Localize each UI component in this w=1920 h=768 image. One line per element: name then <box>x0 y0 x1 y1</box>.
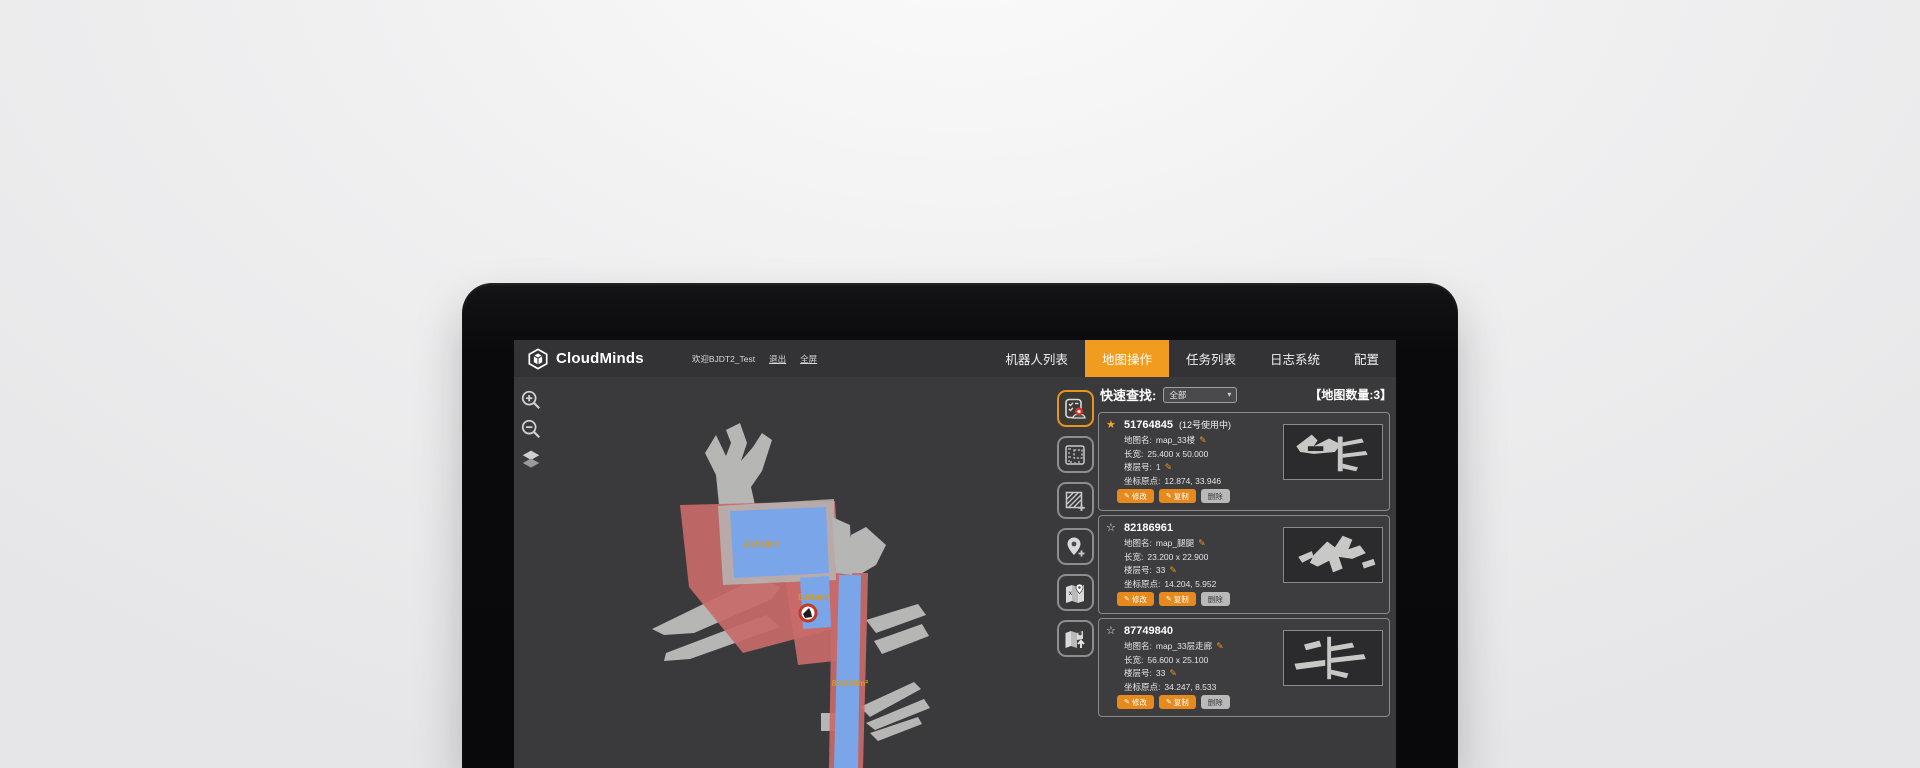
favorite-star-icon[interactable]: ☆ <box>1106 624 1118 637</box>
field-label: 地图名: <box>1124 537 1152 549</box>
layers-icon[interactable] <box>520 447 542 469</box>
map-dimensions-value: 25.400 x 50.000 <box>1147 449 1208 459</box>
origin-value: 12.874, 33.946 <box>1164 476 1221 486</box>
robot-position-marker <box>800 605 816 621</box>
map-filter-select[interactable]: 全部 ▾ <box>1163 387 1237 403</box>
fullscreen-link[interactable]: 全屏 <box>800 353 817 365</box>
map-in-use-badge: (12号使用中) <box>1179 418 1231 431</box>
map-dimensions-value: 23.200 x 22.900 <box>1147 552 1208 562</box>
map-thumbnail[interactable] <box>1283 630 1383 686</box>
field-label: 地图名: <box>1124 434 1152 446</box>
origin-value: 14.204, 5.952 <box>1164 579 1216 589</box>
floor-map: 40.519m² 8.614m² 80.215m² <box>514 377 1054 768</box>
copy-map-button[interactable]: ✎复制 <box>1159 592 1196 606</box>
map-id: 87749840 <box>1124 625 1173 637</box>
floor-number-value: 1 <box>1156 462 1161 472</box>
add-point-tool[interactable] <box>1057 528 1094 565</box>
laptop-bezel: CloudMinds 欢迎BJDT2_Test 退出 全屏 机器人列表 地图操作… <box>462 283 1458 768</box>
map-list-panel: 快速查找: 全部 ▾ 【地图数量:3】 ★ 51764845 (12号使用中) … <box>1096 377 1394 768</box>
map-name-value: map_33楼 <box>1156 434 1195 446</box>
map-id: 82186961 <box>1124 522 1173 534</box>
field-label: 楼层号: <box>1124 461 1152 473</box>
favorite-star-icon[interactable]: ☆ <box>1106 521 1118 534</box>
field-label: 坐标原点: <box>1124 578 1160 590</box>
field-label: 楼层号: <box>1124 667 1152 679</box>
edit-map-button[interactable]: ✎修改 <box>1117 695 1154 709</box>
map-thumbnail[interactable] <box>1283 424 1383 480</box>
delete-map-button[interactable]: 删除 <box>1201 695 1230 709</box>
field-label: 长宽: <box>1124 654 1143 666</box>
map-card: ☆ 87749840 地图名: map_33层走廊 ✎ 长宽: 56.600 x 25… <box>1098 618 1390 717</box>
tab-log-system[interactable]: 日志系统 <box>1253 340 1337 377</box>
tab-robot-list[interactable]: 机器人列表 <box>988 340 1085 377</box>
area-label-big-room: 40.519m² <box>744 539 781 549</box>
filter-selected-value: 全部 <box>1169 389 1227 401</box>
zoom-out-icon[interactable] <box>520 418 542 440</box>
origin-value: 34.247, 8.533 <box>1164 682 1216 692</box>
chevron-down-icon: ▾ <box>1227 390 1231 399</box>
cloudminds-logo-icon <box>527 348 549 370</box>
delete-map-button[interactable]: 删除 <box>1201 592 1230 606</box>
upload-map-tool[interactable] <box>1057 620 1094 657</box>
map-card: ☆ 82186961 地图名: map_腿腿 ✎ 长宽: 23.200 x 22.90… <box>1098 515 1390 614</box>
welcome-text: 欢迎BJDT2_Test <box>692 353 755 365</box>
edit-pencil-icon[interactable]: ✎ <box>1198 538 1206 549</box>
field-label: 长宽: <box>1124 448 1143 460</box>
zoom-in-icon[interactable] <box>520 389 542 411</box>
edit-map-button[interactable]: ✎修改 <box>1117 489 1154 503</box>
measure-tool[interactable] <box>1057 436 1094 473</box>
field-label: 楼层号: <box>1124 564 1152 576</box>
tab-task-list[interactable]: 任务列表 <box>1169 340 1253 377</box>
map-name-value: map_33层走廊 <box>1156 640 1212 652</box>
map-thumbnail[interactable] <box>1283 527 1383 583</box>
copy-map-button[interactable]: ✎复制 <box>1159 489 1196 503</box>
app-screen: CloudMinds 欢迎BJDT2_Test 退出 全屏 机器人列表 地图操作… <box>514 340 1396 768</box>
field-label: 坐标原点: <box>1124 475 1160 487</box>
nav-tabs: 机器人列表 地图操作 任务列表 日志系统 配置 <box>988 340 1396 377</box>
tab-config[interactable]: 配置 <box>1337 340 1396 377</box>
map-card: ★ 51764845 (12号使用中) 地图名: map_33楼 ✎ 长宽: 25.4… <box>1098 412 1390 511</box>
field-label: 坐标原点: <box>1124 681 1160 693</box>
map-dimensions-value: 56.600 x 25.100 <box>1147 655 1208 665</box>
quick-find-label: 快速查找: <box>1100 385 1156 404</box>
edit-pencil-icon[interactable]: ✎ <box>1216 641 1224 652</box>
copy-map-button[interactable]: ✎复制 <box>1159 695 1196 709</box>
map-canvas[interactable]: 40.519m² 8.614m² 80.215m² <box>514 377 1054 768</box>
map-toolbar: x <box>1055 377 1095 768</box>
edit-pencil-icon[interactable]: ✎ <box>1169 668 1177 679</box>
field-label: 地图名: <box>1124 640 1152 652</box>
brand-name: CloudMinds <box>556 350 644 367</box>
favorite-star-icon[interactable]: ★ <box>1106 418 1118 431</box>
delete-map-button[interactable]: 删除 <box>1201 489 1230 503</box>
floor-number-value: 33 <box>1156 565 1165 575</box>
map-name-value: map_腿腿 <box>1156 537 1194 549</box>
add-region-tool[interactable] <box>1057 482 1094 519</box>
edit-pencil-icon[interactable]: ✎ <box>1199 435 1207 446</box>
tab-map-operation[interactable]: 地图操作 <box>1085 340 1169 377</box>
brand: CloudMinds <box>514 340 644 377</box>
edit-map-button[interactable]: ✎修改 <box>1117 592 1154 606</box>
record-task-tool[interactable] <box>1057 390 1094 427</box>
field-label: 长宽: <box>1124 551 1143 563</box>
map-count-badge: 【地图数量:3】 <box>1309 386 1392 403</box>
top-navbar: CloudMinds 欢迎BJDT2_Test 退出 全屏 机器人列表 地图操作… <box>514 340 1396 377</box>
area-label-corridor: 80.215m² <box>832 678 869 688</box>
edit-pencil-icon[interactable]: ✎ <box>1165 462 1173 473</box>
floor-number-value: 33 <box>1156 668 1165 678</box>
map-id: 51764845 <box>1124 419 1173 431</box>
map-wall-blob <box>705 423 772 511</box>
logout-link[interactable]: 退出 <box>769 353 786 365</box>
area-label-small-room: 8.614m² <box>798 592 830 602</box>
map-marker-tool[interactable]: x <box>1057 574 1094 611</box>
edit-pencil-icon[interactable]: ✎ <box>1169 565 1177 576</box>
